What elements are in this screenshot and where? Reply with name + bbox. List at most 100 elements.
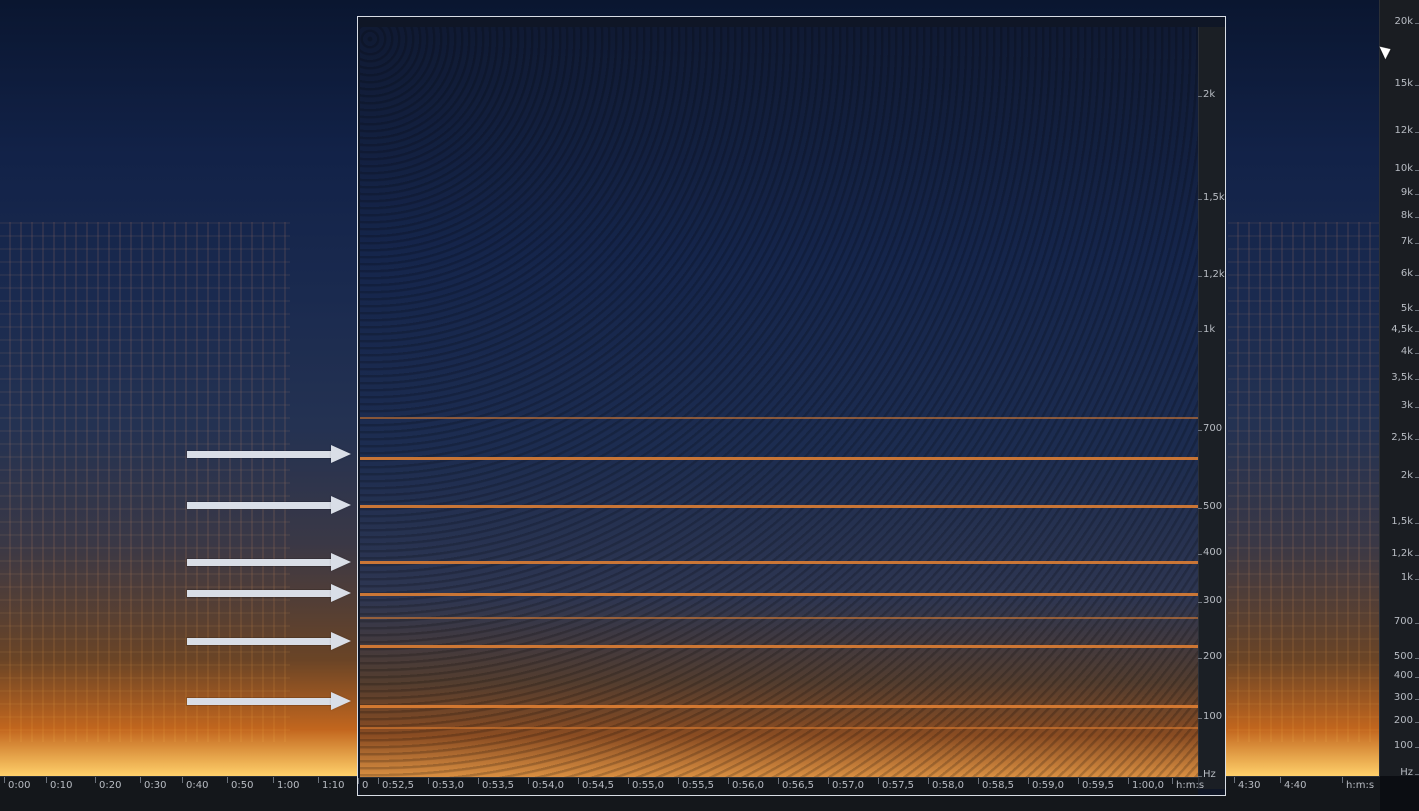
harmonic-band [360, 561, 1198, 564]
freq-tick: 1k [1400, 572, 1419, 583]
zoom-time-tick: 0:56,5 [778, 778, 814, 791]
time-tick: 0:20 [94, 777, 122, 791]
freq-tick: 5k [1400, 303, 1419, 314]
zoom-freq-tick: 2k [1197, 89, 1216, 100]
zoom-frequency-axis: 2k 1,5k 1,2k 1k 700 500 400 300 200 100 … [1197, 27, 1225, 789]
zoom-freq-tick: 500 [1197, 501, 1223, 512]
arrow-shaft [187, 638, 331, 645]
zoom-freq-tick: 1k [1197, 324, 1216, 335]
zoom-time-tick: 0:58,5 [978, 778, 1014, 791]
freq-tick: 10k [1394, 163, 1419, 174]
zoom-time-unit: h:m:s [1171, 778, 1205, 791]
freq-tick: 2,5k [1391, 432, 1419, 443]
zoom-freq-unit: Hz [1198, 769, 1216, 780]
arrow-shaft [187, 698, 331, 705]
zoom-time-tick: 0:58,0 [928, 778, 964, 791]
freq-tick: 300 [1393, 692, 1419, 703]
harmonic-band [360, 705, 1198, 708]
freq-tick: 500 [1393, 651, 1419, 662]
freq-tick: 12k [1394, 125, 1419, 136]
freq-tick: 6k [1400, 268, 1419, 279]
zoom-time-axis: 0 0:52,5 0:53,0 0:53,5 0:54,0 0:54,5 0:5… [358, 777, 1204, 795]
annotation-arrow [187, 584, 351, 602]
zoom-time-tick: 0:54,5 [578, 778, 614, 791]
freq-tick: 20k [1394, 16, 1419, 27]
zoom-time-tick: 0:55,0 [628, 778, 664, 791]
freq-tick: 15k [1394, 78, 1419, 89]
zoom-time-tick: 0:59,5 [1078, 778, 1114, 791]
zoom-time-tick: 0:56,0 [728, 778, 764, 791]
annotation-arrow [187, 445, 351, 463]
time-tick: 1:00 [272, 777, 300, 791]
freq-tick: 8k [1400, 210, 1419, 221]
time-tick: 0:10 [45, 777, 73, 791]
arrow-head [331, 632, 351, 650]
freq-tick: 7k [1400, 236, 1419, 247]
zoom-time-tick: 1:00,0 [1128, 778, 1164, 791]
frequency-axis: 20k 15k 12k 10k 9k 8k 7k 6k 5k 4,5k 4k 3… [1379, 0, 1419, 778]
arrow-shaft [187, 451, 331, 458]
arrow-head [331, 584, 351, 602]
arrow-shaft [187, 559, 331, 566]
zoom-time-tick: 0:55,5 [678, 778, 714, 791]
time-tick: 0:50 [226, 777, 254, 791]
annotation-arrow [187, 692, 351, 710]
zoom-time-tick: 0:57,0 [828, 778, 864, 791]
zoomed-spectrogram-panel: 2k 1,5k 1,2k 1k 700 500 400 300 200 100 … [357, 16, 1226, 796]
harmonic-band [360, 505, 1198, 508]
time-tick: 0:40 [181, 777, 209, 791]
harmonic-band [360, 457, 1198, 460]
zoom-freq-tick: 400 [1197, 547, 1223, 558]
spectrogram-noise-texture [360, 27, 1198, 789]
zoom-time-tick: 0:52,5 [378, 778, 414, 791]
freq-tick: 3,5k [1391, 372, 1419, 383]
freq-tick: 100 [1393, 740, 1419, 751]
zoom-time-tick: 0 [358, 778, 369, 791]
zoom-freq-tick: 1,5k [1198, 192, 1225, 203]
zoom-freq-tick: 700 [1197, 423, 1223, 434]
zoomed-spectrogram [360, 27, 1198, 789]
freq-tick: 700 [1393, 616, 1419, 627]
freq-tick: 9k [1400, 187, 1419, 198]
spectrogram-left-detail [0, 222, 290, 742]
annotation-arrow [187, 632, 351, 650]
arrow-head [331, 445, 351, 463]
arrow-head [331, 692, 351, 710]
faint-band [360, 727, 1198, 729]
arrow-shaft [187, 502, 331, 509]
zoom-time-tick: 0:54,0 [528, 778, 564, 791]
freq-tick: 200 [1393, 715, 1419, 726]
freq-tick: 4k [1400, 346, 1419, 357]
time-tick: 4:40 [1279, 777, 1307, 791]
zoom-time-tick: 0:53,0 [428, 778, 464, 791]
time-tick: 0:30 [139, 777, 167, 791]
zoom-freq-tick: 300 [1197, 595, 1223, 606]
harmonic-band [360, 645, 1198, 648]
time-tick: 1:10 [317, 777, 345, 791]
zoom-freq-tick: 200 [1197, 651, 1223, 662]
faint-band [360, 417, 1198, 419]
time-unit: h:m:s [1341, 777, 1375, 791]
zoom-time-tick: 0:59,0 [1028, 778, 1064, 791]
freq-unit: Hz [1400, 767, 1419, 778]
harmonic-band [360, 593, 1198, 596]
time-tick: 0:00 [3, 777, 31, 791]
arrow-head [331, 553, 351, 571]
freq-tick: 3k [1400, 400, 1419, 411]
freq-tick: 1,2k [1391, 548, 1419, 559]
zoom-freq-tick: 100 [1197, 711, 1223, 722]
freq-tick: 400 [1393, 670, 1419, 681]
arrow-shaft [187, 590, 331, 597]
freq-tick: 4,5k [1391, 324, 1419, 335]
freq-tick: 1,5k [1391, 516, 1419, 527]
zoom-freq-tick: 1,2k [1198, 269, 1225, 280]
freq-tick: 2k [1400, 470, 1419, 481]
arrow-head [331, 496, 351, 514]
spectrogram-right-detail [1228, 222, 1380, 742]
time-tick: 4:30 [1233, 777, 1261, 791]
annotation-arrow [187, 496, 351, 514]
zoom-time-tick: 0:57,5 [878, 778, 914, 791]
zoom-time-tick: 0:53,5 [478, 778, 514, 791]
faint-band [360, 617, 1198, 619]
annotation-arrow [187, 553, 351, 571]
